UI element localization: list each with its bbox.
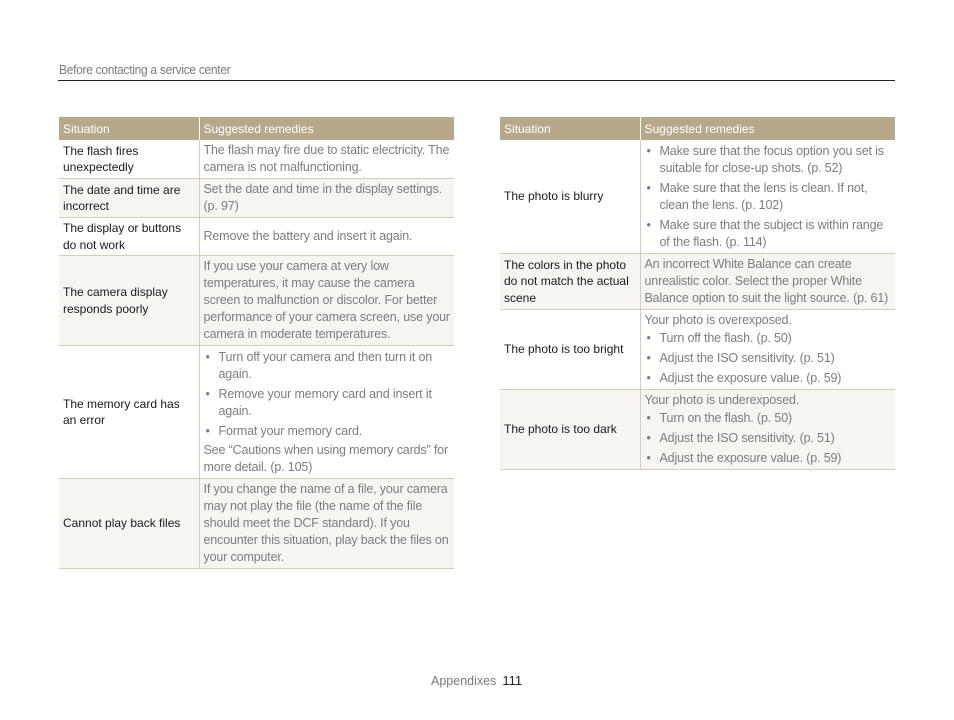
troubleshooting-table-left: Situation Suggested remedies The flash f… <box>59 117 454 569</box>
situation-cell: The date and time are incorrect <box>59 178 199 218</box>
table-row: Cannot play back files If you change the … <box>59 478 454 569</box>
situation-cell: The display or buttons do not work <box>59 217 199 256</box>
remedy-list: Make sure that the focus option you set … <box>645 143 892 251</box>
situation-cell: The camera display responds poorly <box>59 255 199 346</box>
remedy-list-item: Turn on the flash. (p. 50) <box>645 410 892 427</box>
remedy-text: Remove the battery and insert it again. <box>203 229 413 243</box>
footer-section-label: Appendixes <box>431 674 497 688</box>
remedy-list-item: Turn off your camera and then turn it on… <box>204 349 451 383</box>
situation-cell: The colors in the photo do not match the… <box>500 253 640 310</box>
table-row: The date and time are incorrect Set the d… <box>59 178 454 218</box>
table-header-row: Situation Suggested remedies <box>500 117 895 140</box>
table-row: The display or buttons do not work Remove… <box>59 217 454 256</box>
situation-cell: The photo is too bright <box>500 309 640 390</box>
troubleshooting-table-right: Situation Suggested remedies The photo i… <box>500 117 895 470</box>
page-section-title: Before contacting a service center <box>59 62 231 77</box>
remedy-cell: Set the date and time in the display set… <box>198 178 454 218</box>
remedy-text: Set the date and time in the display set… <box>203 182 443 213</box>
remedy-note: See “Cautions when using memory cards” f… <box>203 443 449 474</box>
remedy-text: The flash may fire due to static electri… <box>203 143 450 174</box>
remedy-list: Turn off your camera and then turn it on… <box>204 349 451 440</box>
remedy-list-item: Adjust the exposure value. (p. 59) <box>645 450 892 467</box>
remedy-list: Turn off the flash. (p. 50) Adjust the IS… <box>645 330 892 387</box>
page-footer: Appendixes 111 <box>431 673 522 688</box>
column-header-remedies: Suggested remedies <box>198 117 454 140</box>
table-row: The photo is blurryMake sure that the fo… <box>500 140 895 254</box>
situation-cell: The flash fires unexpectedly <box>59 140 199 179</box>
remedy-text: An incorrect White Balance can create un… <box>644 257 889 305</box>
table-header-row: Situation Suggested remedies <box>59 117 454 140</box>
remedy-list-item: Make sure that the lens is clean. If not… <box>645 180 892 214</box>
remedy-list-item: Turn off the flash. (p. 50) <box>645 330 892 347</box>
table-row: The flash fires unexpectedly The flash ma… <box>59 140 454 179</box>
remedy-text: If you change the name of a file, your c… <box>203 482 449 564</box>
remedy-cell: If you use your camera at very low tempe… <box>198 255 454 346</box>
remedy-list-item: Adjust the exposure value. (p. 59) <box>645 370 892 387</box>
table-row: The memory card has an errorTurn off you… <box>59 345 454 479</box>
remedy-text: Your photo is underexposed. <box>644 393 800 407</box>
remedy-cell: If you change the name of a file, your c… <box>198 478 454 569</box>
remedy-list-item: Make sure that the subject is within ran… <box>645 217 892 251</box>
situation-cell: The photo is blurry <box>500 140 640 254</box>
situation-cell: The memory card has an error <box>59 345 199 479</box>
column-header-situation: Situation <box>59 117 199 140</box>
header-divider <box>58 80 895 81</box>
column-header-situation: Situation <box>500 117 640 140</box>
remedy-list-item: Adjust the ISO sensitivity. (p. 51) <box>645 350 892 367</box>
remedy-cell: The flash may fire due to static electri… <box>198 140 454 179</box>
remedy-list-item: Adjust the ISO sensitivity. (p. 51) <box>645 430 892 447</box>
remedy-list: Turn on the flash. (p. 50) Adjust the ISO… <box>645 410 892 467</box>
remedy-list-item: Remove your memory card and insert it ag… <box>204 386 451 420</box>
remedy-cell: Remove the battery and insert it again. <box>198 217 454 256</box>
remedy-cell: Your photo is overexposed. Turn off the f… <box>639 309 895 390</box>
page-number: 111 <box>502 673 523 688</box>
remedy-list-item: Format your memory card. <box>204 423 451 440</box>
table-row: The photo is too dark Your photo is under… <box>500 389 895 470</box>
situation-cell: Cannot play back files <box>59 478 199 569</box>
table-row: The camera display responds poorly If you… <box>59 255 454 346</box>
situation-cell: The photo is too dark <box>500 389 640 470</box>
remedy-cell: Your photo is underexposed. Turn on the f… <box>639 389 895 470</box>
remedy-cell: An incorrect White Balance can create un… <box>639 253 895 310</box>
column-header-remedies: Suggested remedies <box>639 117 895 140</box>
remedy-cell: Make sure that the focus option you set … <box>639 140 895 254</box>
table-row: The colors in the photo do not match the… <box>500 253 895 310</box>
remedy-cell: Turn off your camera and then turn it on… <box>198 345 454 479</box>
remedy-text: If you use your camera at very low tempe… <box>203 259 451 341</box>
remedy-list-item: Make sure that the focus option you set … <box>645 143 892 177</box>
table-row: The photo is too bright Your photo is ove… <box>500 309 895 390</box>
remedy-text: Your photo is overexposed. <box>644 313 792 327</box>
